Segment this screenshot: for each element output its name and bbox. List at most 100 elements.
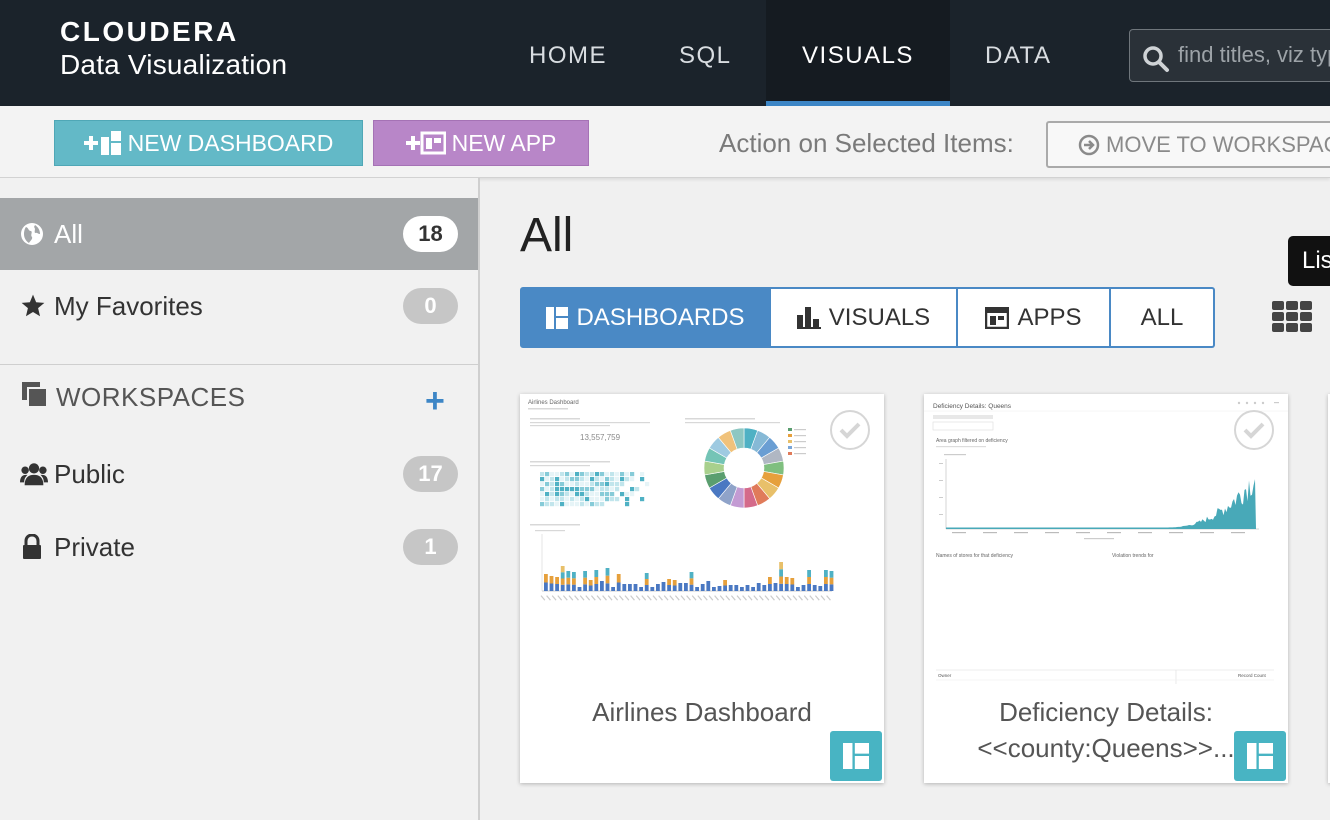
bar-segment bbox=[588, 580, 593, 586]
sidebar-item-private[interactable]: Private 1 bbox=[0, 511, 478, 583]
heatmap-cell bbox=[540, 477, 545, 482]
bar-segment bbox=[751, 587, 755, 591]
bar-segment bbox=[583, 584, 587, 591]
heatmap-cell bbox=[610, 472, 615, 477]
nav-visuals[interactable]: VISUALS bbox=[766, 0, 950, 106]
thumb-table-col1: Owner bbox=[938, 673, 952, 678]
brand[interactable]: CLOUDERA Data Visualization bbox=[60, 16, 287, 82]
tab-apps[interactable]: APPS bbox=[958, 287, 1111, 348]
dashboard-type-badge bbox=[830, 731, 882, 781]
tab-dashboards[interactable]: DASHBOARDS bbox=[520, 287, 771, 348]
heatmap-cell bbox=[590, 492, 595, 497]
heatmap-cell bbox=[570, 482, 575, 487]
bar-segment bbox=[796, 587, 800, 591]
card-title: Deficiency Details: <<county:Queens>>... bbox=[977, 697, 1235, 763]
new-app-button[interactable]: NEW APP bbox=[373, 120, 589, 166]
heatmap-cell bbox=[575, 487, 580, 492]
star-icon bbox=[20, 293, 48, 319]
heatmap-cell bbox=[615, 477, 620, 482]
heatmap-cell bbox=[595, 487, 600, 492]
bar-segment bbox=[544, 582, 548, 591]
bar-segment bbox=[622, 584, 627, 591]
heatmap-cell bbox=[585, 482, 590, 487]
thumb-table-col2: Record Count bbox=[1238, 673, 1267, 678]
sidebar-item-public[interactable]: Public 17 bbox=[0, 438, 478, 510]
heatmap-cell bbox=[560, 477, 565, 482]
heatmap-cell bbox=[555, 472, 560, 477]
dashboard-card[interactable]: Deficiency Details: Queens Area graph fi… bbox=[924, 394, 1288, 783]
heatmap-cell bbox=[575, 477, 580, 482]
heatmap-cell bbox=[610, 477, 615, 482]
thumb-left-caption: Names of stores for that deficiency bbox=[936, 553, 1013, 559]
heatmap-cell bbox=[555, 502, 560, 507]
search-icon bbox=[1143, 46, 1169, 72]
dashboard-thumbnail: Airlines Dashboard 13,557,759 bbox=[520, 394, 884, 684]
bar-segment bbox=[644, 573, 649, 579]
heatmap-cell bbox=[595, 477, 600, 482]
tab-visuals[interactable]: VISUALS bbox=[771, 287, 958, 348]
dashboard-thumbnail: Deficiency Details: Queens Area graph fi… bbox=[924, 394, 1288, 684]
bar-segment bbox=[594, 577, 599, 584]
heatmap-cell bbox=[585, 472, 590, 477]
tab-all[interactable]: ALL bbox=[1111, 287, 1215, 348]
heatmap-cell bbox=[565, 482, 570, 487]
tab-label: DASHBOARDS bbox=[576, 303, 745, 331]
dashboard-card[interactable]: Airlines Dashboard 13,557,759 Airlines D… bbox=[520, 394, 884, 783]
select-checkbox[interactable] bbox=[1234, 410, 1274, 450]
heatmap-cell bbox=[545, 502, 550, 507]
bar-segment bbox=[723, 585, 727, 591]
sidebar-item-label: All bbox=[54, 218, 83, 249]
bar-segment bbox=[773, 583, 778, 591]
nav-data[interactable]: DATA bbox=[985, 0, 1051, 106]
grid-view-icon bbox=[1272, 301, 1312, 332]
select-checkbox[interactable] bbox=[830, 410, 870, 450]
nav-sql[interactable]: SQL bbox=[679, 0, 732, 106]
search-box bbox=[1129, 29, 1330, 82]
count-badge: 0 bbox=[403, 288, 458, 324]
nav-home[interactable]: HOME bbox=[529, 0, 607, 106]
bar-segment bbox=[572, 572, 576, 579]
bar-segment bbox=[639, 587, 643, 591]
bar-segment bbox=[812, 585, 817, 591]
new-dashboard-label: NEW DASHBOARD bbox=[127, 129, 334, 156]
heatmap-cell bbox=[590, 487, 595, 492]
x-tick bbox=[1014, 532, 1028, 534]
tab-label: VISUALS bbox=[828, 303, 931, 331]
sidebar-item-all[interactable]: All 18 bbox=[0, 198, 478, 270]
heatmap-cell bbox=[630, 472, 635, 477]
bar-segment bbox=[549, 583, 554, 591]
heatmap-cell bbox=[610, 492, 615, 497]
heatmap-cell bbox=[555, 477, 560, 482]
heatmap-cell bbox=[560, 482, 565, 487]
sidebar-item-label: Private bbox=[54, 531, 135, 562]
heatmap-cell bbox=[585, 477, 590, 482]
heatmap-cell bbox=[590, 472, 595, 477]
heatmap-cell bbox=[580, 482, 585, 487]
tab-label: ALL bbox=[1140, 303, 1184, 331]
bar-segment bbox=[583, 577, 587, 585]
bar-segment bbox=[779, 583, 783, 591]
bar-segment bbox=[672, 580, 677, 586]
heatmap-cell bbox=[565, 497, 570, 502]
heatmap-cell bbox=[625, 497, 630, 502]
bar-segment bbox=[656, 584, 660, 591]
brand-logo: CLOUDERA bbox=[60, 16, 239, 47]
move-to-workspace-label: MOVE TO WORKSPACE bbox=[1106, 131, 1330, 157]
sidebar-item-my-favorites[interactable]: My Favorites 0 bbox=[0, 270, 478, 342]
x-tick bbox=[952, 532, 966, 534]
tooltip: List bbox=[1288, 236, 1330, 286]
arrow-circle-right-icon bbox=[1078, 134, 1100, 155]
count-badge: 18 bbox=[403, 216, 458, 252]
globe-icon bbox=[20, 222, 48, 246]
move-to-workspace-button[interactable]: MOVE TO WORKSPACE bbox=[1046, 121, 1330, 168]
sidebar-item-label: Public bbox=[54, 458, 125, 489]
bar-segment bbox=[779, 569, 783, 577]
bar-segment bbox=[605, 575, 610, 584]
add-workspace-button[interactable]: + bbox=[425, 383, 445, 419]
new-dashboard-button[interactable]: NEW DASHBOARD bbox=[54, 120, 363, 166]
search-input[interactable] bbox=[1178, 30, 1330, 80]
heatmap-cell bbox=[575, 497, 580, 502]
grid-view-toggle[interactable] bbox=[1272, 301, 1312, 338]
heatmap-cell bbox=[570, 472, 575, 477]
heatmap-cell bbox=[570, 502, 575, 507]
